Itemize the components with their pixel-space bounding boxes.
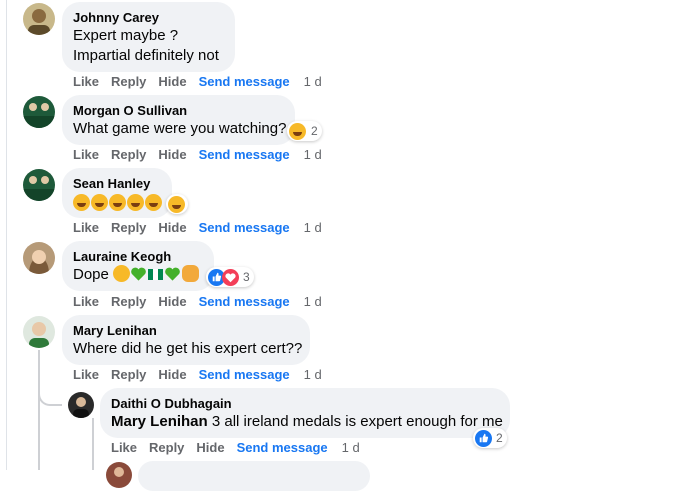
comment-text-word: Dope [73,266,109,283]
reaction-count: 3 [243,270,250,284]
like-button[interactable]: Like [73,147,99,162]
comment-author[interactable]: Johnny Carey [73,10,159,25]
hide-button[interactable]: Hide [158,294,186,309]
hide-button[interactable]: Hide [158,74,186,89]
comment-text: Dope [73,265,200,285]
reply-button[interactable]: Reply [111,74,146,89]
reaction-badge[interactable] [166,194,188,214]
reply-author[interactable]: Daithi O Dubhagain [111,396,232,411]
reaction-badge[interactable]: 3 [206,267,254,287]
send-message-button[interactable]: Send message [199,220,290,235]
comment-bubble: Lauraine Keogh Dope [62,241,214,291]
avatar[interactable] [23,169,55,201]
comment-actions: Like Reply Hide Send message 1 d [73,147,334,162]
comment-actions: Like Reply Hide Send message 1 d [73,294,334,309]
comment-text: What game were you watching? [73,120,287,137]
rolling-on-floor-laughing-icon [127,194,144,211]
like-reaction-icon [475,429,492,447]
comment-bubble: Mary Lenihan Where did he get his expert… [62,315,310,365]
hide-button[interactable]: Hide [158,367,186,382]
flexed-biceps-icon [182,265,200,282]
avatar[interactable] [68,392,94,418]
comment-bubble: Johnny Carey Expert maybe ? Impartial de… [62,2,235,72]
green-heart-icon [131,267,146,281]
reply-bubble: Daithi O Dubhagain Mary Lenihan 3 all ir… [100,388,510,438]
reply-text: Mary Lenihan 3 all ireland medals is exp… [111,412,503,432]
reaction-count: 2 [496,431,503,445]
like-button[interactable]: Like [73,220,99,235]
reply-button[interactable]: Reply [111,294,146,309]
avatar[interactable] [106,462,132,488]
comment-timestamp[interactable]: 1 d [304,74,322,89]
send-message-button[interactable]: Send message [199,367,290,382]
comment-author[interactable]: Mary Lenihan [73,323,157,338]
mention-link[interactable]: Mary Lenihan [111,413,208,430]
hide-button[interactable]: Hide [158,147,186,162]
like-button[interactable]: Like [111,440,137,455]
comment-author[interactable]: Morgan O Sullivan [73,103,187,118]
avatar[interactable] [23,242,55,274]
rolling-on-floor-laughing-icon [73,194,90,211]
reaction-count: 2 [311,124,318,138]
comment-bubble: Morgan O Sullivan What game were you wat… [62,95,295,145]
comment-emoji-row [73,194,163,213]
laughing-reaction-icon [289,122,306,140]
reply-button[interactable]: Reply [111,367,146,382]
avatar[interactable] [23,3,55,35]
pleading-face-icon [113,265,131,282]
reply-button[interactable]: Reply [111,147,146,162]
comment-bubble [138,461,370,491]
send-message-button[interactable]: Send message [199,74,290,89]
comment-author[interactable]: Sean Hanley [73,176,150,191]
hide-button[interactable]: Hide [158,220,186,235]
comment-timestamp[interactable]: 1 d [304,367,322,382]
reaction-badge[interactable]: 2 [473,428,507,448]
thread-line [38,350,40,470]
green-heart-icon [165,267,180,281]
like-button[interactable]: Like [73,294,99,309]
comment-actions: Like Reply Hide Send message 1 d [73,367,334,382]
like-button[interactable]: Like [73,367,99,382]
comment-timestamp[interactable]: 1 d [304,147,322,162]
love-reaction-icon [222,268,239,286]
reply-button[interactable]: Reply [149,440,184,455]
avatar[interactable] [23,96,55,128]
comment-text: Expert maybe ? [73,27,179,44]
comment-text: Where did he get his expert cert?? [73,340,303,357]
comment-timestamp[interactable]: 1 d [304,220,322,235]
send-message-button[interactable]: Send message [199,294,290,309]
rolling-on-floor-laughing-icon [145,194,162,211]
send-message-button[interactable]: Send message [199,147,290,162]
comment-actions: Like Reply Hide Send message 1 d [73,74,334,89]
comment-timestamp[interactable]: 1 d [304,294,322,309]
like-button[interactable]: Like [73,74,99,89]
reply-thread-line [92,418,94,470]
reply-text-body: 3 all ireland medals is expert enough fo… [211,413,503,430]
nigeria-flag-icon [148,269,164,280]
rolling-on-floor-laughing-icon [109,194,126,211]
comment-timestamp[interactable]: 1 d [342,440,360,455]
feed-left-border [6,0,7,470]
hide-button[interactable]: Hide [196,440,224,455]
comment-actions: Like Reply Hide Send message 1 d [73,220,334,235]
reaction-badge[interactable]: 2 [287,121,322,141]
rolling-on-floor-laughing-icon [91,194,108,211]
comment-author[interactable]: Lauraine Keogh [73,249,171,264]
thread-line-branch [38,386,62,406]
send-message-button[interactable]: Send message [237,440,328,455]
comment-bubble: Sean Hanley [62,168,172,218]
avatar[interactable] [23,316,55,348]
laughing-reaction-icon [168,195,185,213]
comment-text: Impartial definitely not [73,47,219,64]
reply-actions: Like Reply Hide Send message 1 d [111,440,372,455]
reply-button[interactable]: Reply [111,220,146,235]
